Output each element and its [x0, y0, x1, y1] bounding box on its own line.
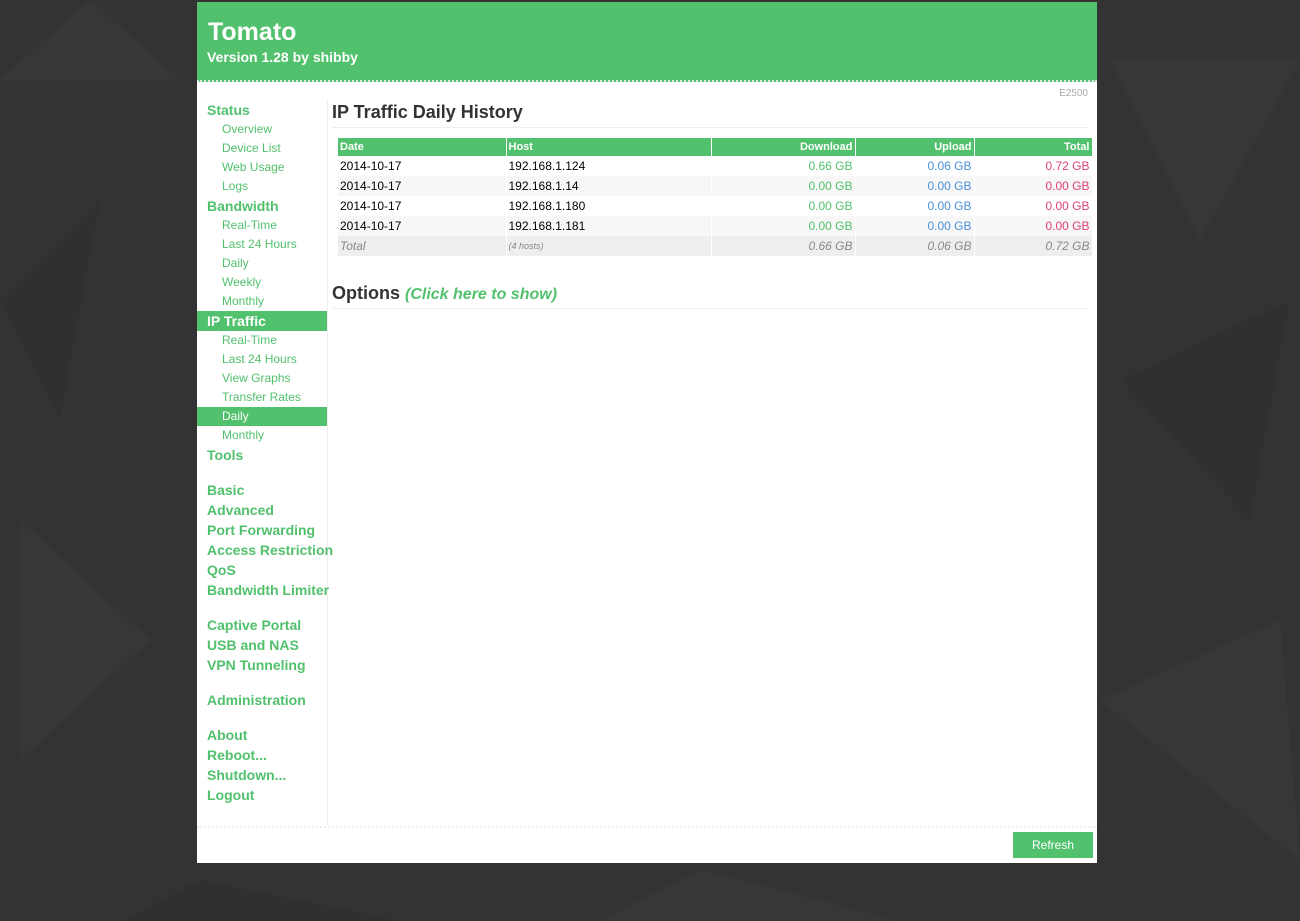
- options-heading: Options: [332, 283, 405, 303]
- cell-host: 192.168.1.124: [506, 156, 712, 176]
- col-header-total[interactable]: Total: [974, 138, 1093, 156]
- total-total: 0.72 GB: [974, 236, 1093, 256]
- sidebar-item-ipt-view-graphs[interactable]: View Graphs: [197, 369, 327, 388]
- cell-total: 0.72 GB: [974, 156, 1093, 176]
- traffic-history-table: Date Host Download Upload Total 2014-10-…: [338, 138, 1093, 256]
- sidebar-item-status[interactable]: Status: [197, 100, 327, 120]
- cell-total: 0.00 GB: [974, 176, 1093, 196]
- footer-divider: [197, 826, 1097, 828]
- sidebar-item-captive-portal[interactable]: Captive Portal: [197, 615, 327, 635]
- sidebar-item-ipt-monthly[interactable]: Monthly: [197, 426, 327, 445]
- sidebar-item-advanced[interactable]: Advanced: [197, 500, 327, 520]
- table-row: 2014-10-17 192.168.1.180 0.00 GB 0.00 GB…: [338, 196, 1093, 216]
- options-section: Options (Click here to show): [332, 283, 1089, 309]
- cell-download: 0.00 GB: [711, 196, 856, 216]
- cell-date: 2014-10-17: [338, 156, 507, 176]
- cell-host: 192.168.1.14: [506, 176, 712, 196]
- cell-date: 2014-10-17: [338, 196, 507, 216]
- sidebar-item-ipt-transfer-rates[interactable]: Transfer Rates: [197, 388, 327, 407]
- cell-upload: 0.00 GB: [855, 176, 975, 196]
- sidebar-item-about[interactable]: About: [197, 725, 327, 745]
- table-header-row: Date Host Download Upload Total: [338, 138, 1093, 156]
- sidebar-item-ipt-real-time[interactable]: Real-Time: [197, 331, 327, 350]
- sidebar-item-web-usage[interactable]: Web Usage: [197, 158, 327, 177]
- sidebar-item-bw-real-time[interactable]: Real-Time: [197, 216, 327, 235]
- sidebar-item-ipt-last-24-hours[interactable]: Last 24 Hours: [197, 350, 327, 369]
- page-title: IP Traffic Daily History: [332, 102, 1089, 128]
- sidebar-item-bw-monthly[interactable]: Monthly: [197, 292, 327, 311]
- table-total-row: Total (4 hosts) 0.66 GB 0.06 GB 0.72 GB: [338, 236, 1093, 256]
- cell-upload: 0.00 GB: [855, 196, 975, 216]
- total-download: 0.66 GB: [711, 236, 856, 256]
- sidebar-item-bw-last-24-hours[interactable]: Last 24 Hours: [197, 235, 327, 254]
- cell-host: 192.168.1.180: [506, 196, 712, 216]
- sidebar-item-usb-and-nas[interactable]: USB and NAS: [197, 635, 327, 655]
- table-row: 2014-10-17 192.168.1.14 0.00 GB 0.00 GB …: [338, 176, 1093, 196]
- col-header-download[interactable]: Download: [711, 138, 856, 156]
- router-model: E2500: [1059, 88, 1088, 99]
- total-upload: 0.06 GB: [855, 236, 975, 256]
- sidebar-item-port-forwarding[interactable]: Port Forwarding: [197, 520, 327, 540]
- sidebar-item-bw-daily[interactable]: Daily: [197, 254, 327, 273]
- table-row: 2014-10-17 192.168.1.124 0.66 GB 0.06 GB…: [338, 156, 1093, 176]
- refresh-button[interactable]: Refresh: [1013, 832, 1093, 858]
- sidebar-item-ipt-daily[interactable]: Daily: [197, 407, 327, 426]
- cell-upload: 0.06 GB: [855, 156, 975, 176]
- table-row: 2014-10-17 192.168.1.181 0.00 GB 0.00 GB…: [338, 216, 1093, 236]
- sidebar-item-access-restriction[interactable]: Access Restriction: [197, 540, 333, 560]
- cell-total: 0.00 GB: [974, 216, 1093, 236]
- sidebar-item-device-list[interactable]: Device List: [197, 139, 327, 158]
- sidebar-item-bandwidth-limiter[interactable]: Bandwidth Limiter: [197, 580, 329, 600]
- sidebar-item-ip-traffic[interactable]: IP Traffic: [197, 311, 327, 331]
- app-version: Version 1.28 by shibby: [207, 49, 358, 65]
- sidebar-item-bandwidth[interactable]: Bandwidth: [197, 196, 327, 216]
- col-header-host[interactable]: Host: [506, 138, 712, 156]
- cell-download: 0.00 GB: [711, 216, 856, 236]
- sidebar-item-reboot[interactable]: Reboot...: [197, 745, 327, 765]
- app-title: Tomato: [208, 18, 297, 46]
- sidebar-item-logout[interactable]: Logout: [197, 785, 327, 805]
- sidebar: Status Overview Device List Web Usage Lo…: [197, 100, 333, 825]
- sidebar-item-bw-weekly[interactable]: Weekly: [197, 273, 327, 292]
- total-hosts: (4 hosts): [506, 236, 712, 256]
- cell-download: 0.66 GB: [711, 156, 856, 176]
- cell-upload: 0.00 GB: [855, 216, 975, 236]
- sidebar-item-logs[interactable]: Logs: [197, 177, 327, 196]
- sidebar-item-administration[interactable]: Administration: [197, 690, 327, 710]
- header: Tomato Version 1.28 by shibby: [197, 2, 1097, 82]
- sidebar-item-qos[interactable]: QoS: [197, 560, 327, 580]
- sidebar-item-shutdown[interactable]: Shutdown...: [197, 765, 327, 785]
- sidebar-item-tools[interactable]: Tools: [197, 445, 327, 465]
- main-window: Tomato Version 1.28 by shibby E2500 Stat…: [197, 2, 1097, 863]
- cell-date: 2014-10-17: [338, 216, 507, 236]
- cell-download: 0.00 GB: [711, 176, 856, 196]
- sidebar-item-basic[interactable]: Basic: [197, 480, 327, 500]
- options-show-link[interactable]: (Click here to show): [405, 286, 557, 303]
- cell-total: 0.00 GB: [974, 196, 1093, 216]
- sidebar-item-vpn-tunneling[interactable]: VPN Tunneling: [197, 655, 327, 675]
- col-header-date[interactable]: Date: [338, 138, 507, 156]
- cell-host: 192.168.1.181: [506, 216, 712, 236]
- total-label: Total: [338, 236, 507, 256]
- sidebar-item-overview[interactable]: Overview: [197, 120, 327, 139]
- col-header-upload[interactable]: Upload: [855, 138, 975, 156]
- cell-date: 2014-10-17: [338, 176, 507, 196]
